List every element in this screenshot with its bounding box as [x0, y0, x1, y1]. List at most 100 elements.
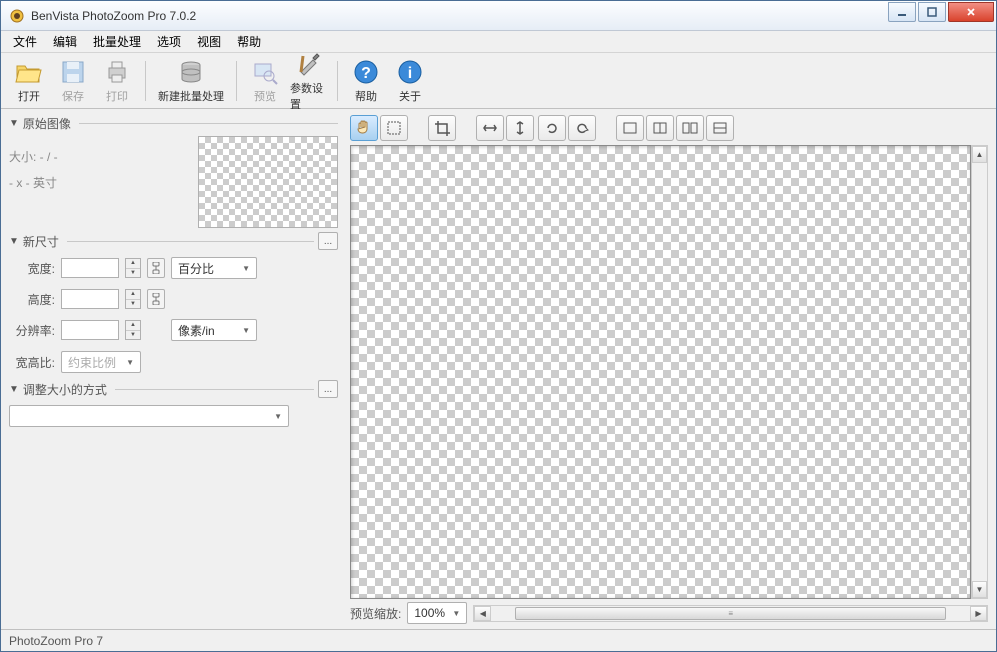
- preview-area: ▲ ▼ 预览缩放: 100% ▼ ◀ ≡ ▶: [346, 109, 996, 629]
- params-label: 参数设置: [290, 80, 328, 112]
- print-label: 打印: [106, 88, 128, 104]
- menu-edit[interactable]: 编辑: [45, 30, 85, 53]
- params-button[interactable]: 参数设置: [289, 56, 329, 106]
- scroll-thumb[interactable]: ≡: [515, 607, 946, 620]
- save-button[interactable]: 保存: [53, 56, 93, 106]
- menu-help[interactable]: 帮助: [229, 30, 269, 53]
- app-window: BenVista PhotoZoom Pro 7.0.2 文件 编辑 批量处理 …: [0, 0, 997, 652]
- height-spinner[interactable]: ▲▼: [125, 289, 141, 309]
- orig-size-label: 大小: - / -: [9, 144, 188, 170]
- view-split-h-button[interactable]: [646, 115, 674, 141]
- about-button[interactable]: i 关于: [390, 56, 430, 106]
- res-unit-dropdown[interactable]: 像素/in ▼: [171, 319, 257, 341]
- zoom-value: 100%: [414, 606, 445, 620]
- save-label: 保存: [62, 88, 84, 104]
- svg-text:i: i: [408, 65, 412, 82]
- open-label: 打开: [18, 88, 40, 104]
- unit-dd-value: 百分比: [178, 260, 214, 277]
- res-spinner[interactable]: ▲▼: [125, 320, 141, 340]
- aspect-dropdown[interactable]: 约束比例 ▼: [61, 351, 141, 373]
- window-title: BenVista PhotoZoom Pro 7.0.2: [31, 9, 886, 23]
- orig-unit-label: - x - 英寸: [9, 170, 188, 196]
- res-row: 分辨率: ▲▼ 像素/in ▼: [9, 316, 338, 344]
- aspect-label: 宽高比:: [9, 354, 55, 371]
- resize-section-head[interactable]: ▼ 调整大小的方式 ...: [9, 380, 338, 398]
- view-split-v-button[interactable]: [706, 115, 734, 141]
- width-input[interactable]: [61, 258, 119, 278]
- flip-h-button[interactable]: [476, 115, 504, 141]
- orig-section-label: 原始图像: [23, 115, 71, 132]
- chevron-down-icon: ▼: [242, 264, 250, 273]
- print-button[interactable]: 打印: [97, 56, 137, 106]
- maximize-button[interactable]: [918, 2, 946, 22]
- help-button[interactable]: ? 帮助: [346, 56, 386, 106]
- scroll-right-icon[interactable]: ▶: [970, 606, 987, 621]
- window-controls: [886, 2, 994, 22]
- unit-dropdown[interactable]: 百分比 ▼: [171, 257, 257, 279]
- titlebar: BenVista PhotoZoom Pro 7.0.2: [1, 1, 996, 31]
- close-button[interactable]: [948, 2, 994, 22]
- menubar: 文件 编辑 批量处理 选项 视图 帮助: [1, 31, 996, 53]
- batch-label: 新建批量处理: [158, 88, 224, 104]
- height-row: 高度: ▲▼: [9, 286, 338, 312]
- newsize-more-button[interactable]: ...: [318, 232, 338, 250]
- orig-row: 大小: - / - - x - 英寸: [9, 136, 338, 228]
- newsize-section-head[interactable]: ▼ 新尺寸 ...: [9, 232, 338, 250]
- height-input[interactable]: [61, 289, 119, 309]
- canvas-hscroll[interactable]: ◀ ≡ ▶: [473, 605, 988, 622]
- width-label: 宽度:: [9, 260, 55, 277]
- view-side-button[interactable]: [676, 115, 704, 141]
- open-button[interactable]: 打开: [9, 56, 49, 106]
- width-row: 宽度: ▲▼ 百分比 ▼: [9, 254, 338, 282]
- tri-down-icon: ▼: [9, 384, 19, 395]
- zoom-dropdown[interactable]: 100% ▼: [407, 602, 467, 624]
- select-tool-button[interactable]: [380, 115, 408, 141]
- view-single-button[interactable]: [616, 115, 644, 141]
- res-label: 分辨率:: [9, 322, 55, 339]
- app-icon: [9, 8, 25, 24]
- scroll-up-icon[interactable]: ▲: [972, 146, 987, 163]
- preview-button[interactable]: 预览: [245, 56, 285, 106]
- newsize-section-label: 新尺寸: [23, 233, 59, 250]
- menu-batch[interactable]: 批量处理: [85, 30, 149, 53]
- toolbar-sep-3: [337, 61, 338, 101]
- orig-thumbnail[interactable]: [198, 136, 338, 228]
- scroll-left-icon[interactable]: ◀: [474, 606, 491, 621]
- chevron-down-icon: ▼: [126, 358, 134, 367]
- tri-down-icon: ▼: [9, 236, 19, 247]
- menu-file[interactable]: 文件: [5, 30, 45, 53]
- width-link-button[interactable]: [147, 258, 165, 278]
- canvas-vscroll[interactable]: ▲ ▼: [971, 145, 988, 599]
- resize-more-button[interactable]: ...: [318, 380, 338, 398]
- height-link-button[interactable]: [147, 289, 165, 309]
- chevron-down-icon: ▼: [452, 609, 460, 618]
- zoom-label: 预览缩放:: [350, 605, 401, 622]
- flip-v-button[interactable]: [506, 115, 534, 141]
- crop-button[interactable]: [428, 115, 456, 141]
- rotate-cw-button[interactable]: [568, 115, 596, 141]
- chevron-down-icon: ▼: [274, 412, 282, 421]
- toolbar-sep-2: [236, 61, 237, 101]
- batch-button[interactable]: 新建批量处理: [154, 56, 228, 106]
- rotate-ccw-button[interactable]: [538, 115, 566, 141]
- database-icon: [177, 58, 205, 86]
- menu-view[interactable]: 视图: [189, 30, 229, 53]
- sidebar: ▼ 原始图像 大小: - / - - x - 英寸 ▼ 新尺寸 ... 宽度:: [1, 109, 346, 629]
- method-dropdown[interactable]: ▼: [9, 405, 289, 427]
- res-input[interactable]: [61, 320, 119, 340]
- pan-tool-button[interactable]: [350, 115, 378, 141]
- info-icon: i: [396, 58, 424, 86]
- preview-bottom-bar: 预览缩放: 100% ▼ ◀ ≡ ▶: [350, 599, 988, 623]
- canvas[interactable]: [350, 145, 971, 599]
- scroll-down-icon[interactable]: ▼: [972, 581, 987, 598]
- minimize-button[interactable]: [888, 2, 916, 22]
- width-spinner[interactable]: ▲▼: [125, 258, 141, 278]
- help-icon: ?: [352, 58, 380, 86]
- orig-section-head[interactable]: ▼ 原始图像: [9, 115, 338, 132]
- resize-section-label: 调整大小的方式: [23, 381, 107, 398]
- svg-text:?: ?: [361, 65, 371, 82]
- status-text: PhotoZoom Pro 7: [9, 634, 103, 648]
- tools-icon: [295, 50, 323, 78]
- canvas-toolbar: [350, 115, 988, 145]
- menu-options[interactable]: 选项: [149, 30, 189, 53]
